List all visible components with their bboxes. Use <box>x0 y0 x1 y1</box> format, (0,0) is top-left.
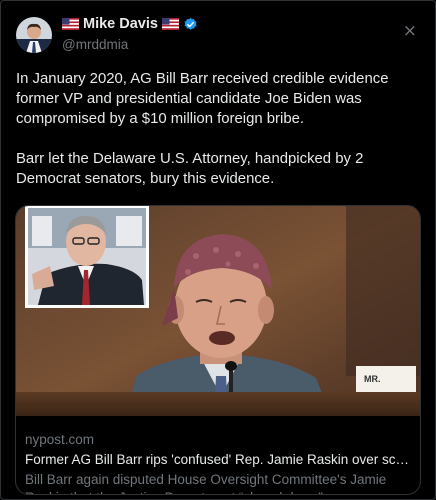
author-handle[interactable]: @mrddmia <box>62 36 198 54</box>
author-avatar[interactable] <box>16 17 52 53</box>
tweet-paragraph: Barr let the Delaware U.S. Attorney, han… <box>16 151 364 187</box>
us-flag-icon <box>62 18 79 30</box>
link-headline[interactable]: Former AG Bill Barr rips 'confused' Rep.… <box>25 451 412 469</box>
inset-photo <box>25 206 149 308</box>
tweet-container: Mike Davis @mrddmia × In January 2020, A… <box>0 0 436 500</box>
link-preview-image[interactable]: MR. <box>16 206 420 416</box>
link-preview-card[interactable]: MR. nypost.com Former AG Bill Barr rips … <box>15 205 421 495</box>
tweet-text: In January 2020, AG Bill Barr received c… <box>16 69 419 209</box>
link-domain: nypost.com <box>25 432 95 447</box>
close-icon[interactable]: × <box>403 21 417 41</box>
verified-badge-icon <box>184 17 197 30</box>
author-display-name[interactable]: Mike Davis <box>83 15 158 33</box>
nameplate-text: MR. <box>364 374 381 384</box>
tweet-header: Mike Davis @mrddmia × <box>16 15 421 59</box>
us-flag-icon <box>161 18 179 30</box>
tweet-paragraph: In January 2020, AG Bill Barr received c… <box>16 71 389 127</box>
author-name-row[interactable]: Mike Davis <box>62 15 198 33</box>
link-preview-meta: nypost.com Former AG Bill Barr rips 'con… <box>25 431 412 494</box>
link-description: Bill Barr again disputed House Oversight… <box>25 472 387 494</box>
